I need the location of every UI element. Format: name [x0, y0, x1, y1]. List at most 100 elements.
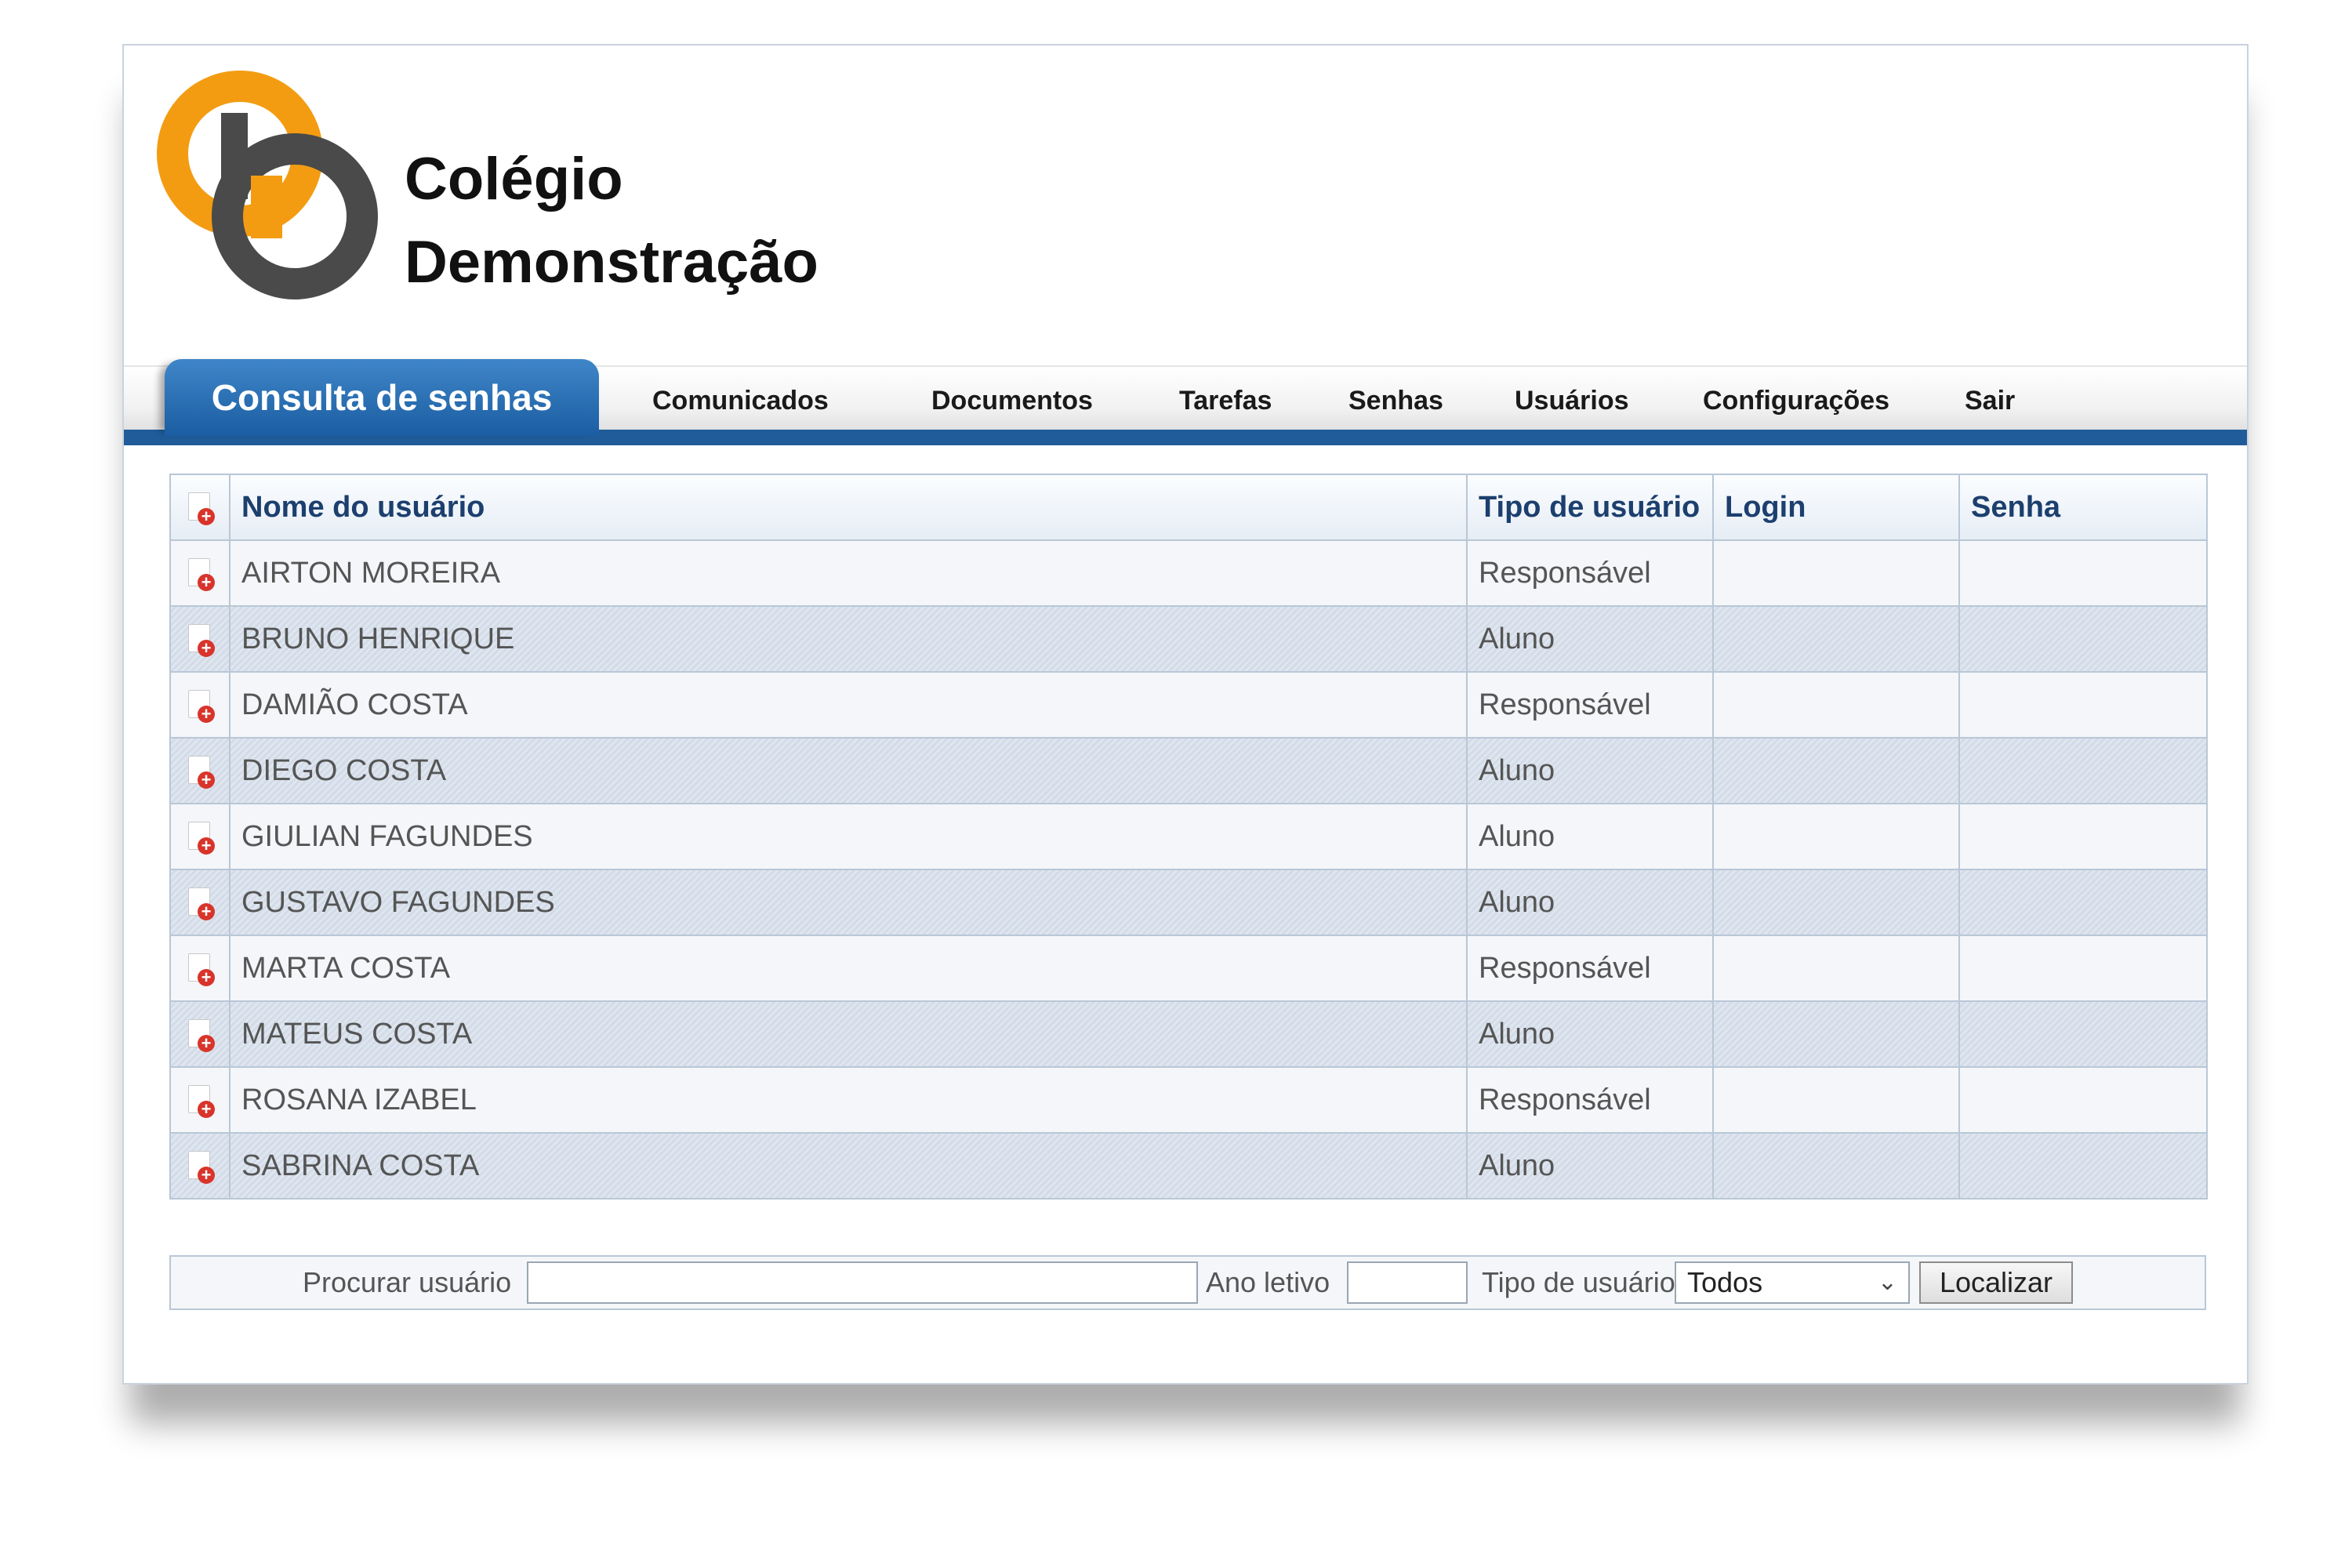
user-type-selected-value: Todos: [1687, 1266, 1763, 1298]
cell-senha: [1958, 803, 2208, 870]
cell-login: [1712, 935, 1960, 1002]
chevron-down-icon: ⌄: [1877, 1269, 1897, 1295]
cell-login: [1712, 869, 1960, 936]
year-input[interactable]: [1347, 1261, 1468, 1304]
cell-nome: GIULIAN FAGUNDES: [229, 803, 1468, 870]
school-name: Colégio Demonstração: [405, 138, 818, 304]
cell-senha: [1958, 1000, 2208, 1068]
table-row[interactable]: + MATEUS COSTA Aluno: [169, 1000, 2208, 1068]
add-document-icon[interactable]: +: [187, 690, 215, 724]
user-type-select[interactable]: Todos ⌄: [1675, 1261, 1910, 1304]
table-row[interactable]: + BRUNO HENRIQUE Aluno: [169, 605, 2208, 673]
nav-item-tarefas[interactable]: Tarefas: [1179, 373, 1272, 428]
row-icon-cell[interactable]: +: [169, 671, 230, 739]
cell-login: [1712, 737, 1960, 804]
school-name-line2: Demonstração: [405, 229, 818, 296]
add-document-icon[interactable]: +: [187, 1019, 215, 1053]
table-row[interactable]: + SABRINA COSTA Aluno: [169, 1132, 2208, 1200]
row-icon-cell[interactable]: +: [169, 539, 230, 607]
row-icon-cell[interactable]: +: [169, 1000, 230, 1068]
nav-item-documentos[interactable]: Documentos: [931, 373, 1093, 428]
cell-tipo: Responsável: [1466, 935, 1714, 1002]
header-tipo[interactable]: Tipo de usuário: [1466, 474, 1714, 541]
cell-senha: [1958, 1132, 2208, 1200]
search-user-input[interactable]: [527, 1261, 1198, 1304]
cell-nome: SABRINA COSTA: [229, 1132, 1468, 1200]
cell-nome: GUSTAVO FAGUNDES: [229, 869, 1468, 936]
year-label: Ano letivo: [1206, 1266, 1330, 1298]
add-document-icon[interactable]: +: [187, 822, 215, 855]
table-row[interactable]: + DAMIÃO COSTA Responsável: [169, 671, 2208, 739]
cell-senha: [1958, 935, 2208, 1002]
table-row[interactable]: + GUSTAVO FAGUNDES Aluno: [169, 869, 2208, 936]
school-name-line1: Colégio: [405, 146, 623, 212]
user-type-label: Tipo de usuário: [1482, 1266, 1675, 1298]
add-document-icon[interactable]: +: [187, 756, 215, 789]
cell-tipo: Aluno: [1466, 869, 1714, 936]
add-document-icon[interactable]: +: [187, 558, 215, 592]
table-row[interactable]: + DIEGO COSTA Aluno: [169, 737, 2208, 804]
header-add-cell[interactable]: +: [169, 474, 230, 541]
row-icon-cell[interactable]: +: [169, 869, 230, 936]
table-row[interactable]: + GIULIAN FAGUNDES Aluno: [169, 803, 2208, 870]
cell-senha: [1958, 1066, 2208, 1134]
cell-nome: ROSANA IZABEL: [229, 1066, 1468, 1134]
table-header-row: + Nome do usuário Tipo de usuário Login …: [169, 474, 2208, 541]
table-row[interactable]: + MARTA COSTA Responsável: [169, 935, 2208, 1002]
cell-nome: MARTA COSTA: [229, 935, 1468, 1002]
add-document-icon[interactable]: +: [187, 624, 215, 658]
nav-item-configuracoes[interactable]: Configurações: [1703, 373, 1889, 428]
cell-tipo: Aluno: [1466, 1000, 1714, 1068]
row-icon-cell[interactable]: +: [169, 1132, 230, 1200]
cell-senha: [1958, 737, 2208, 804]
header-login[interactable]: Login: [1712, 474, 1960, 541]
search-user-label: Procurar usuário: [303, 1266, 512, 1298]
cell-tipo: Aluno: [1466, 1132, 1714, 1200]
search-bar: Procurar usuário Ano letivo Tipo de usuá…: [169, 1255, 2206, 1310]
cell-tipo: Responsável: [1466, 671, 1714, 739]
cell-login: [1712, 803, 1960, 870]
header-nome[interactable]: Nome do usuário: [229, 474, 1468, 541]
cell-nome: AIRTON MOREIRA: [229, 539, 1468, 607]
cell-nome: DAMIÃO COSTA: [229, 671, 1468, 739]
tab-consulta-de-senhas[interactable]: Consulta de senhas: [165, 359, 599, 436]
table-row[interactable]: + ROSANA IZABEL Responsável: [169, 1066, 2208, 1134]
nav-item-comunicados[interactable]: Comunicados: [652, 373, 829, 428]
app-window: Colégio Demonstração Consulta de senhas …: [122, 44, 2249, 1385]
nav-item-senhas[interactable]: Senhas: [1348, 373, 1443, 428]
add-document-icon[interactable]: +: [187, 887, 215, 921]
cell-tipo: Aluno: [1466, 737, 1714, 804]
add-document-icon[interactable]: +: [187, 1151, 215, 1185]
cell-tipo: Responsável: [1466, 539, 1714, 607]
row-icon-cell[interactable]: +: [169, 803, 230, 870]
cell-login: [1712, 1000, 1960, 1068]
cell-login: [1712, 605, 1960, 673]
row-icon-cell[interactable]: +: [169, 605, 230, 673]
cell-tipo: Aluno: [1466, 803, 1714, 870]
school-logo: [157, 71, 378, 299]
cell-tipo: Aluno: [1466, 605, 1714, 673]
cell-senha: [1958, 605, 2208, 673]
row-icon-cell[interactable]: +: [169, 935, 230, 1002]
cell-login: [1712, 1132, 1960, 1200]
cell-login: [1712, 671, 1960, 739]
cell-senha: [1958, 869, 2208, 936]
add-document-icon[interactable]: +: [187, 953, 215, 987]
users-table: + Nome do usuário Tipo de usuário Login …: [169, 474, 2208, 1200]
cell-nome: DIEGO COSTA: [229, 737, 1468, 804]
cell-nome: MATEUS COSTA: [229, 1000, 1468, 1068]
nav-item-usuarios[interactable]: Usuários: [1515, 373, 1629, 428]
row-icon-cell[interactable]: +: [169, 1066, 230, 1134]
localizar-button[interactable]: Localizar: [1919, 1261, 2073, 1304]
add-document-icon[interactable]: +: [187, 492, 215, 526]
header-senha[interactable]: Senha: [1958, 474, 2208, 541]
add-document-icon[interactable]: +: [187, 1085, 215, 1119]
cell-login: [1712, 1066, 1960, 1134]
cell-nome: BRUNO HENRIQUE: [229, 605, 1468, 673]
nav-item-sair[interactable]: Sair: [1965, 373, 2015, 428]
cell-login: [1712, 539, 1960, 607]
cell-senha: [1958, 671, 2208, 739]
cell-tipo: Responsável: [1466, 1066, 1714, 1134]
row-icon-cell[interactable]: +: [169, 737, 230, 804]
table-row[interactable]: + AIRTON MOREIRA Responsável: [169, 539, 2208, 607]
